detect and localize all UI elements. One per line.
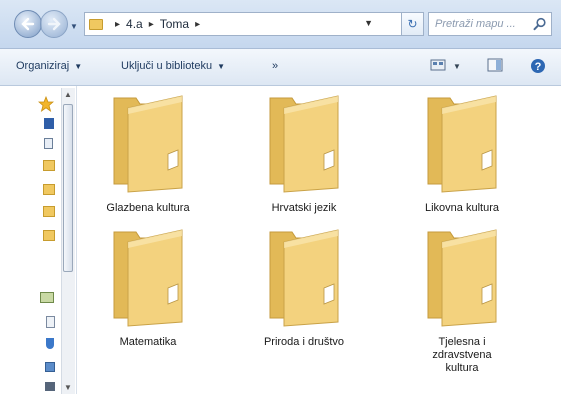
scroll-down-arrow-icon[interactable]: ▼: [64, 383, 72, 392]
folder-icon[interactable]: [43, 160, 55, 171]
folder-label: Tjelesna i zdravstvena kultura: [432, 336, 492, 374]
folder-icon: [427, 95, 497, 193]
address-bar: ▼ ▸ 4.a ▸ Toma ▸ ▼ ↻ Pretraži mapu ...: [0, 0, 561, 49]
chevron-down-icon: ▼: [453, 62, 461, 71]
svg-text:?: ?: [535, 61, 542, 73]
breadcrumb[interactable]: ▸ 4.a ▸ Toma ▸ ▼: [84, 12, 402, 36]
help-button[interactable]: ?: [530, 58, 546, 76]
change-view-button[interactable]: [430, 58, 448, 76]
folder-label: Glazbena kultura: [106, 202, 190, 214]
command-bar: Organiziraj ▼ Uključi u biblioteku ▼ » ▼ ?: [0, 49, 561, 86]
folder-label: Priroda i društvo: [263, 336, 345, 348]
search-placeholder: Pretraži mapu ...: [435, 18, 516, 30]
preview-pane-button[interactable]: [487, 58, 503, 76]
breadcrumb-separator[interactable]: ▸: [195, 19, 200, 30]
refresh-button[interactable]: ↻: [402, 12, 424, 36]
back-button[interactable]: [14, 10, 42, 38]
scrollbar-thumb[interactable]: [63, 104, 73, 272]
more-commands-button[interactable]: »: [272, 60, 279, 72]
folder-label: Matematika: [119, 336, 177, 348]
refresh-icon: ↻: [407, 17, 418, 31]
folder-icon[interactable]: [43, 184, 55, 195]
folder-item[interactable]: Likovna kultura: [392, 92, 532, 215]
view-options-dropdown[interactable]: ▼: [453, 62, 461, 80]
back-arrow-icon: [21, 17, 35, 31]
help-icon: ?: [531, 59, 545, 73]
folder-icon: [113, 95, 183, 193]
folder-item[interactable]: Tjelesna i zdravstvena kultura: [392, 226, 532, 375]
favorites-star-icon[interactable]: [38, 96, 54, 112]
folder-icon: [113, 229, 183, 327]
library-icon[interactable]: [40, 292, 54, 303]
breadcrumb-item[interactable]: 4.a: [126, 17, 143, 31]
chevron-down-icon: ▼: [217, 62, 226, 71]
breadcrumb-separator[interactable]: ▸: [149, 19, 154, 30]
breadcrumb-separator[interactable]: ▸: [115, 19, 120, 30]
navigation-scrollbar[interactable]: ▲ ▼: [61, 88, 75, 394]
folder-item[interactable]: Hrvatski jezik: [234, 92, 374, 215]
pictures-icon[interactable]: [45, 362, 55, 372]
address-dropdown[interactable]: ▼: [364, 18, 373, 28]
folder-icon: [269, 95, 339, 193]
include-in-library-button[interactable]: Uključi u biblioteku ▼: [121, 60, 225, 72]
folder-item[interactable]: Priroda i društvo: [234, 226, 374, 349]
include-in-library-label: Uključi u biblioteku: [121, 60, 213, 72]
search-input[interactable]: Pretraži mapu ...: [428, 12, 552, 36]
forward-button[interactable]: [40, 10, 68, 38]
folder-icon: [269, 229, 339, 327]
document-icon[interactable]: [44, 138, 53, 149]
chevron-down-icon: ▼: [74, 62, 83, 71]
folder-item[interactable]: Matematika: [78, 226, 218, 349]
breadcrumb-item[interactable]: Toma: [160, 17, 189, 31]
folder-icon: [427, 229, 497, 327]
forward-arrow-icon: [47, 17, 61, 31]
music-icon[interactable]: [46, 338, 54, 349]
document-icon[interactable]: [46, 316, 55, 328]
folder-label: Hrvatski jezik: [271, 202, 337, 214]
preview-pane-icon: [487, 58, 503, 72]
folder-label: Likovna kultura: [425, 202, 499, 214]
folder-icon: [89, 18, 103, 30]
folder-icon[interactable]: [43, 230, 55, 241]
more-icon: »: [272, 60, 280, 72]
folder-icon[interactable]: [43, 206, 55, 217]
scroll-up-arrow-icon[interactable]: ▲: [64, 90, 72, 99]
change-view-icon: [430, 59, 446, 71]
organize-button[interactable]: Organiziraj ▼: [16, 60, 82, 72]
desktop-icon[interactable]: [44, 118, 54, 129]
search-icon: [533, 17, 546, 31]
organize-label: Organiziraj: [16, 60, 70, 72]
folder-item[interactable]: Glazbena kultura: [78, 92, 218, 215]
videos-icon[interactable]: [45, 382, 55, 391]
recent-pages-dropdown[interactable]: ▼: [70, 22, 78, 31]
